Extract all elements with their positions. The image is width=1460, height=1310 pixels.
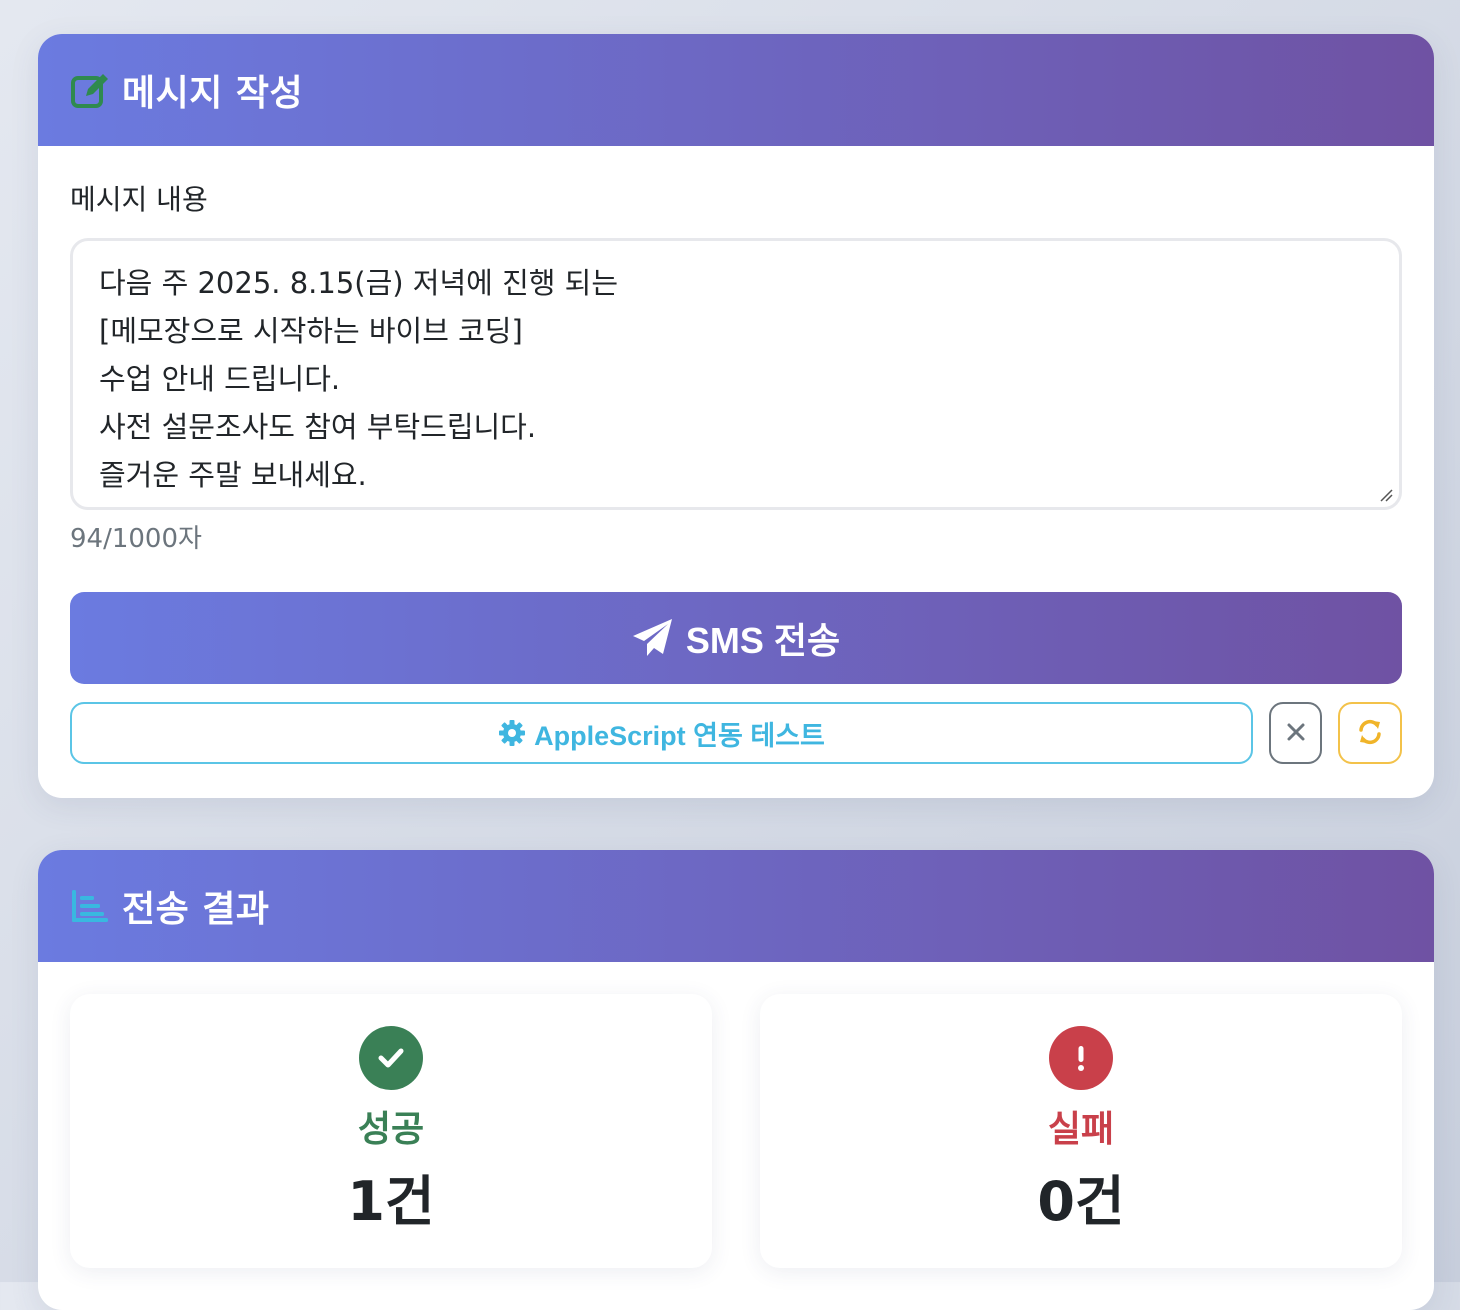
clear-button[interactable] (1269, 702, 1322, 764)
message-line: 수업 안내 드립니다. (99, 362, 341, 396)
sms-send-label: SMS 전송 (685, 620, 841, 661)
compose-card: 메시지 작성 메시지 내용 다음 주 2025. 8.15(금) 저녁에 진행 … (38, 34, 1434, 798)
paper-plane-icon (632, 618, 674, 658)
failure-stat: 실패 0건 (760, 994, 1402, 1268)
refresh-button[interactable] (1338, 702, 1402, 764)
check-circle-icon (359, 1026, 423, 1090)
edit-icon (70, 70, 110, 110)
success-stat: 성공 1건 (70, 994, 712, 1268)
failure-count: 0건 (1037, 1170, 1125, 1233)
message-line: 다음 주 2025. 8.15(금) 저녁에 진행 되는 (99, 266, 619, 300)
message-textarea[interactable]: 다음 주 2025. 8.15(금) 저녁에 진행 되는 [메모장으로 시작하는… (70, 238, 1402, 510)
results-card: 전송 결과 성공 1건 실패 0건 (38, 850, 1434, 1310)
results-header: 전송 결과 (38, 850, 1434, 962)
success-label: 성공 (357, 1109, 425, 1150)
applescript-test-label: AppleScript 연동 테스트 (534, 720, 825, 751)
applescript-test-button[interactable]: AppleScript 연동 테스트 (70, 702, 1253, 764)
char-count: 94/1000자 (70, 524, 202, 554)
sms-send-button[interactable]: SMS 전송 (70, 592, 1402, 684)
resize-handle-icon[interactable] (1379, 487, 1393, 502)
refresh-icon (1356, 718, 1384, 749)
results-title: 전송 결과 (122, 889, 270, 930)
compose-title: 메시지 작성 (122, 73, 304, 114)
message-line: [메모장으로 시작하는 바이브 코딩] (99, 314, 523, 348)
failure-label: 실패 (1047, 1109, 1115, 1150)
message-label: 메시지 내용 (70, 183, 208, 216)
message-line: 사전 설문조사도 참여 부탁드립니다. (99, 410, 537, 444)
message-line: 즐거운 주말 보내세요. (99, 458, 367, 492)
gear-icon (498, 719, 526, 747)
list-icon (70, 886, 110, 926)
close-icon (1286, 722, 1306, 745)
success-count: 1건 (347, 1170, 435, 1233)
compose-header: 메시지 작성 (38, 34, 1434, 146)
exclamation-circle-icon (1049, 1026, 1113, 1090)
